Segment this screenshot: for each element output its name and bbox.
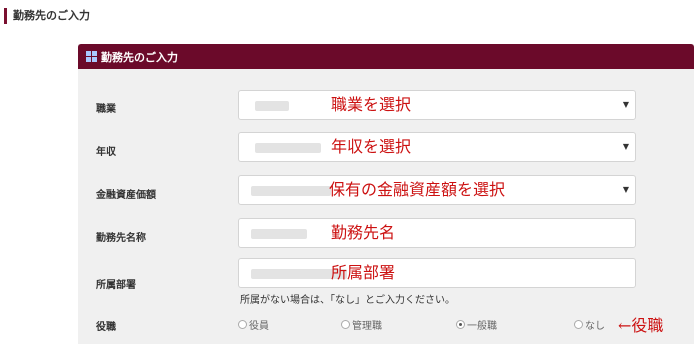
page-heading: 勤務先のご入力 [4, 8, 90, 24]
employer-name-annotation: 勤務先名 [331, 223, 396, 242]
redacted-value [251, 186, 331, 196]
radio-none[interactable]: なし [574, 317, 605, 332]
radio-executive[interactable]: 役員 [238, 317, 269, 332]
department-input[interactable]: 所属部署 [238, 258, 636, 288]
occupation-annotation: 職業を選択 [331, 95, 412, 114]
label-position: 役職 [96, 322, 116, 333]
income-annotation: 年収を選択 [331, 137, 412, 156]
employer-panel: 勤務先のご入力 職業 職業を選択 ▼ 年収 年収を選択 ▼ 金融資産価額 保有の… [78, 44, 694, 344]
department-hint: 所属がない場合は、「なし」とご入力ください。 [240, 295, 455, 306]
radio-circle-selected[interactable] [456, 320, 465, 329]
redacted-value [255, 101, 289, 111]
label-occupation: 職業 [96, 104, 116, 115]
department-annotation: 所属部署 [331, 263, 396, 282]
financial-assets-select[interactable]: 保有の金融資産額を選択 ▼ [238, 175, 636, 205]
radio-circle[interactable] [238, 320, 247, 329]
position-annotation: ←役職 [618, 316, 664, 335]
employer-name-input[interactable]: 勤務先名 [238, 218, 636, 248]
radio-manager[interactable]: 管理職 [341, 317, 382, 332]
occupation-select[interactable]: 職業を選択 ▼ [238, 90, 636, 120]
income-select[interactable]: 年収を選択 ▼ [238, 132, 636, 162]
panel-title: 勤務先のご入力 [101, 50, 178, 64]
radio-general-staff[interactable]: 一般職 [456, 317, 497, 332]
financial-assets-annotation: 保有の金融資産額を選択 [329, 180, 506, 199]
chevron-down-icon: ▼ [622, 185, 629, 194]
label-employer-name: 勤務先名称 [96, 233, 146, 244]
chevron-down-icon: ▼ [622, 142, 629, 151]
grid-icon [86, 51, 97, 62]
radio-circle[interactable] [574, 320, 583, 329]
label-department: 所属部署 [96, 280, 136, 291]
label-income: 年収 [96, 147, 116, 158]
radio-circle[interactable] [341, 320, 350, 329]
redacted-value [255, 143, 321, 153]
panel-header: 勤務先のご入力 [78, 44, 694, 69]
chevron-down-icon: ▼ [622, 100, 629, 109]
redacted-value [251, 229, 307, 239]
label-financial-assets: 金融資産価額 [96, 190, 156, 201]
